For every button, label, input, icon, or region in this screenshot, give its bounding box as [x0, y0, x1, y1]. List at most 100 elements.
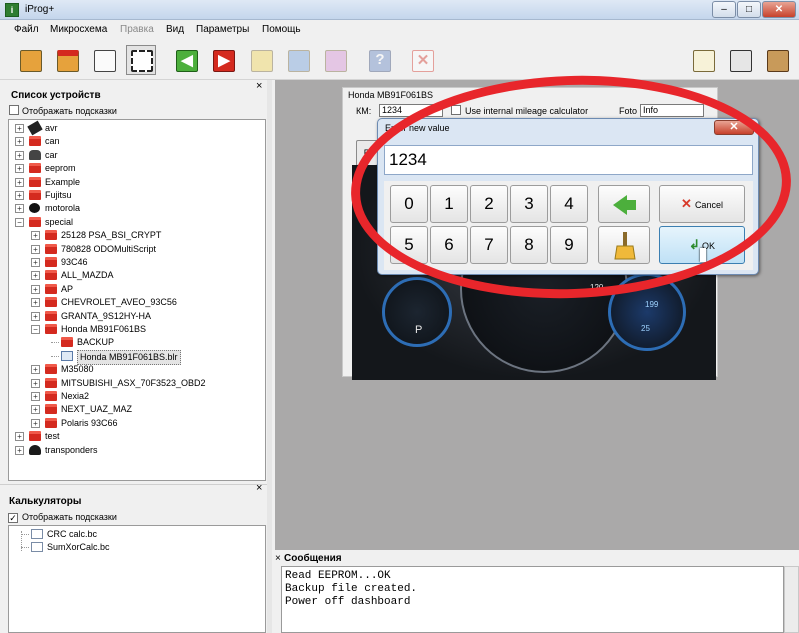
backspace-key[interactable] — [598, 185, 650, 223]
tree-item[interactable]: + car — [9, 149, 259, 162]
expand-icon[interactable]: + — [31, 405, 40, 415]
key-5[interactable]: 5 — [390, 226, 428, 264]
calc-hints-checkbox[interactable]: ✓ — [8, 513, 18, 523]
cancel-button[interactable]: ✕ Cancel — [659, 185, 745, 223]
expand-icon[interactable]: + — [31, 378, 40, 388]
menu-view[interactable]: Вид — [166, 24, 184, 35]
expand-icon[interactable]: + — [31, 284, 40, 294]
expand-icon[interactable]: + — [15, 191, 24, 200]
tree-item[interactable]: + transponders — [9, 444, 259, 457]
tree-item[interactable]: + eeprom — [9, 162, 259, 175]
tree-item[interactable]: Honda MB91F061BS.blr — [9, 349, 259, 365]
tree-item[interactable]: + M35080 — [9, 363, 259, 376]
exit-button[interactable] — [762, 45, 792, 75]
mileage-calculator-checkbox[interactable] — [451, 105, 461, 115]
value-input[interactable]: 1234 — [384, 145, 753, 175]
calc-panel-close-icon[interactable]: × — [256, 482, 262, 494]
km-input[interactable]: 1234 — [379, 104, 443, 117]
tree-item[interactable]: + GRANTA_9S12HY-HA — [9, 310, 259, 323]
expand-icon[interactable]: + — [15, 445, 24, 455]
tree-item[interactable]: + AP — [9, 283, 259, 296]
expand-icon[interactable]: + — [31, 258, 40, 267]
expand-icon[interactable]: + — [31, 311, 40, 321]
expand-icon[interactable]: + — [15, 432, 24, 442]
tree-item[interactable]: − Honda MB91F061BS — [9, 323, 259, 336]
key-7[interactable]: 7 — [470, 226, 508, 264]
expand-icon[interactable]: + — [15, 204, 24, 214]
tree-item[interactable]: + Polaris 93C66 — [9, 417, 259, 430]
expand-icon[interactable]: + — [31, 271, 40, 281]
menu-edit[interactable]: Правка — [120, 24, 154, 35]
copy-forward-button[interactable] — [246, 45, 276, 75]
tree-item[interactable]: +93C46 — [9, 256, 259, 269]
tree-item[interactable]: + Example — [9, 176, 259, 189]
expand-icon[interactable]: + — [31, 231, 40, 241]
expand-icon[interactable]: + — [15, 164, 24, 174]
menu-settings[interactable]: Параметры — [196, 24, 249, 35]
device-hints-checkbox[interactable] — [9, 105, 19, 115]
expand-icon[interactable]: + — [31, 418, 40, 428]
key-0[interactable]: 0 — [390, 185, 428, 223]
calculator-button[interactable] — [725, 45, 755, 75]
dialog-close-button[interactable]: ✕ — [714, 120, 754, 135]
key-8[interactable]: 8 — [510, 226, 548, 264]
tree-item[interactable]: + CHEVROLET_AVEO_93C56 — [9, 296, 259, 309]
minimize-button[interactable]: – — [712, 1, 736, 18]
expand-icon[interactable]: + — [31, 392, 40, 401]
expand-icon[interactable]: + — [15, 137, 24, 147]
tree-item[interactable]: + motorola — [9, 202, 259, 215]
write-button[interactable]: ▶ — [208, 45, 238, 75]
chip-button[interactable] — [126, 45, 156, 75]
expand-icon[interactable]: + — [15, 124, 24, 133]
expand-icon[interactable]: + — [15, 150, 24, 160]
list-item[interactable]: SumXorCalc.bc — [9, 541, 259, 554]
tree-item[interactable]: + NEXT_UAZ_MAZ — [9, 403, 259, 416]
panel-splitter[interactable] — [267, 80, 272, 633]
close-button[interactable]: ✕ — [762, 1, 796, 18]
read-button[interactable]: ◀ — [171, 45, 201, 75]
menu-chip[interactable]: Микросхема — [50, 24, 107, 35]
messages-scrollbar[interactable] — [784, 566, 799, 633]
help-button[interactable]: ? — [364, 45, 394, 75]
tree-item[interactable]: + MITSUBISHI_ASX_70F3523_OBD2 — [9, 377, 259, 390]
expand-icon[interactable]: + — [15, 177, 24, 187]
expand-icon[interactable]: + — [31, 298, 40, 308]
key-2[interactable]: 2 — [470, 185, 508, 223]
tree-item[interactable]: + can — [9, 135, 259, 148]
menu-help[interactable]: Помощь — [262, 24, 301, 35]
clear-key[interactable] — [598, 226, 650, 264]
key-1[interactable]: 1 — [430, 185, 468, 223]
tree-item[interactable]: +25128 PSA_BSI_CRYPT — [9, 229, 259, 242]
r-button[interactable]: R — [356, 140, 378, 166]
expand-icon[interactable]: + — [31, 244, 40, 254]
compare-button[interactable] — [320, 45, 350, 75]
menu-file[interactable]: Файл — [14, 24, 39, 35]
load-button[interactable] — [52, 45, 82, 75]
list-item[interactable]: CRC calc.bc — [9, 528, 259, 541]
tree-item[interactable]: − special — [9, 216, 259, 229]
tree-item[interactable]: + ALL_MAZDA — [9, 269, 259, 282]
messages-close-icon[interactable]: × — [275, 553, 281, 564]
foto-input[interactable]: Info — [640, 104, 704, 117]
tree-item[interactable]: + Nexia2 — [9, 390, 259, 403]
key-6[interactable]: 6 — [430, 226, 468, 264]
tree-item[interactable]: + Fujitsu — [9, 189, 259, 202]
collapse-icon[interactable]: − — [15, 217, 24, 227]
key-9[interactable]: 9 — [550, 226, 588, 264]
tree-item[interactable]: + test — [9, 430, 259, 443]
device-panel-close-icon[interactable]: × — [256, 80, 262, 92]
collapse-icon[interactable]: − — [31, 325, 40, 334]
delete-button[interactable]: ✕ — [407, 45, 437, 75]
open-button[interactable] — [15, 45, 45, 75]
tree-item[interactable]: + avr — [9, 120, 259, 136]
tree-item[interactable]: BACKUP — [9, 336, 259, 349]
folder-icon — [45, 310, 57, 321]
copy-back-button[interactable] — [283, 45, 313, 75]
notes-button[interactable] — [688, 45, 718, 75]
key-4[interactable]: 4 — [550, 185, 588, 223]
maximize-button[interactable]: □ — [737, 1, 761, 18]
tree-item[interactable]: +780828 ODOMultiScript — [9, 243, 259, 256]
expand-icon[interactable]: + — [31, 365, 40, 375]
key-3[interactable]: 3 — [510, 185, 548, 223]
new-button[interactable] — [89, 45, 119, 75]
